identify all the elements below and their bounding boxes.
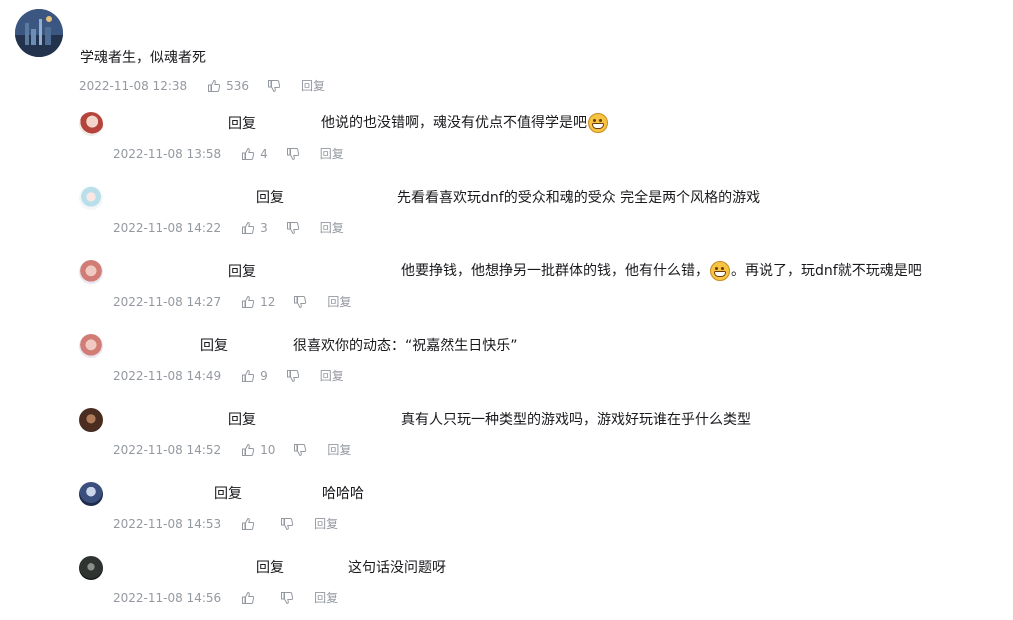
dislike-button[interactable] [286, 221, 300, 235]
reply-label[interactable]: 回复 [228, 410, 256, 430]
like-count: 3 [260, 221, 268, 235]
reply-meta: 2022-11-08 14:56 回复 [113, 590, 338, 606]
main-comment-text: 学魂者生，似魂者死 [80, 50, 206, 66]
reply-button[interactable]: 回复 [327, 442, 351, 458]
main-comment-avatar[interactable] [15, 9, 63, 57]
thumb-up-icon [242, 295, 255, 308]
reply-content: 先看看喜欢玩dnf的受众和魂的受众 完全是两个风格的游戏 [397, 188, 760, 208]
thumb-down-icon [281, 518, 294, 531]
reply-label[interactable]: 回复 [200, 336, 228, 356]
thumb-down-icon [294, 296, 307, 309]
like-count: 10 [260, 443, 276, 457]
reply-button[interactable]: 回复 [314, 590, 338, 606]
reply-button[interactable]: 回复 [327, 294, 351, 310]
like-button[interactable] [241, 517, 255, 531]
reply-time: 2022-11-08 14:27 [113, 295, 222, 309]
reply-label[interactable]: 回复 [228, 262, 256, 282]
reply-text: 很喜欢你的动态：“祝嘉然生日快乐” [293, 338, 518, 354]
like-button[interactable]: 3 [241, 220, 268, 236]
reply-text: 他说的也没错啊，魂没有优点不值得学是吧 [321, 115, 587, 131]
thumb-down-icon [294, 444, 307, 457]
reply-button[interactable]: 回复 [301, 78, 325, 94]
reply-meta: 2022-11-08 13:58 4 回复 [113, 146, 344, 162]
reply-content: 他要挣钱，他想挣另一批群体的钱，他有什么错， 。再说了，玩dnf就不玩魂是吧 [401, 261, 922, 281]
reply-text: 真有人只玩一种类型的游戏吗，游戏好玩谁在乎什么类型 [401, 412, 751, 428]
reply-meta: 2022-11-08 14:52 10 回复 [113, 442, 351, 458]
thumb-down-icon [281, 592, 294, 605]
reply-time: 2022-11-08 14:53 [113, 517, 222, 531]
like-button[interactable] [241, 591, 255, 605]
thumb-up-icon [242, 443, 255, 456]
like-count: 9 [260, 369, 268, 383]
like-count: 4 [260, 147, 268, 161]
reply-time: 2022-11-08 14:22 [113, 221, 222, 235]
reply-content: 这句话没问题呀 [348, 558, 446, 578]
like-button[interactable]: 10 [241, 442, 275, 458]
reply-content: 他说的也没错啊，魂没有优点不值得学是吧 [321, 113, 609, 133]
thumb-down-icon [286, 222, 299, 235]
reply-content: 真有人只玩一种类型的游戏吗，游戏好玩谁在乎什么类型 [401, 410, 751, 430]
avatar-image [15, 9, 63, 57]
dislike-button[interactable] [286, 147, 300, 161]
thumb-down-icon [286, 148, 299, 161]
like-count: 12 [260, 295, 276, 309]
reply-label[interactable]: 回复 [256, 558, 284, 578]
reply-label[interactable]: 回复 [256, 188, 284, 208]
reply-button[interactable]: 回复 [314, 516, 338, 532]
reply-avatar[interactable] [79, 408, 103, 432]
reply-label[interactable]: 回复 [228, 114, 256, 134]
reply-text: 他要挣钱，他想挣另一批群体的钱，他有什么错， [401, 263, 709, 279]
like-count: 536 [226, 79, 250, 93]
dislike-button[interactable] [293, 443, 307, 457]
thumb-up-icon [242, 591, 255, 604]
reply-text: 这句话没问题呀 [348, 560, 446, 576]
reply-avatar[interactable] [79, 482, 103, 506]
reply-avatar[interactable] [79, 260, 103, 284]
reply-time: 2022-11-08 14:52 [113, 443, 222, 457]
reply-text-continued: 。再说了，玩dnf就不玩魂是吧 [731, 263, 922, 279]
reply-time: 2022-11-08 14:49 [113, 369, 222, 383]
reply-time: 2022-11-08 14:56 [113, 591, 222, 605]
reply-avatar[interactable] [79, 112, 103, 136]
thumb-down-icon [286, 370, 299, 383]
reply-meta: 2022-11-08 14:27 12 回复 [113, 294, 351, 310]
like-button[interactable]: 9 [241, 368, 268, 384]
reply-time: 2022-11-08 13:58 [113, 147, 222, 161]
reply-label[interactable]: 回复 [214, 484, 242, 504]
dislike-button[interactable] [286, 369, 300, 383]
thumb-up-icon [242, 517, 255, 530]
thumb-up-icon [242, 221, 255, 234]
reply-avatar[interactable] [79, 556, 103, 580]
main-comment-meta: 2022-11-08 12:38 536 回复 [79, 78, 325, 94]
dislike-button[interactable] [280, 591, 294, 605]
dislike-button[interactable] [293, 295, 307, 309]
reply-avatar[interactable] [79, 334, 103, 358]
grinning-emoji-icon [710, 261, 730, 281]
reply-button[interactable]: 回复 [320, 146, 344, 162]
reply-avatar[interactable] [79, 186, 103, 210]
thumb-down-icon [268, 80, 281, 93]
reply-meta: 2022-11-08 14:22 3 回复 [113, 220, 344, 236]
like-button[interactable]: 536 [207, 78, 249, 94]
like-button[interactable]: 4 [241, 146, 268, 162]
grinning-emoji-icon [588, 113, 608, 133]
like-button[interactable]: 12 [241, 294, 275, 310]
dislike-button[interactable] [280, 517, 294, 531]
reply-button[interactable]: 回复 [320, 368, 344, 384]
reply-meta: 2022-11-08 14:53 回复 [113, 516, 338, 532]
reply-button[interactable]: 回复 [320, 220, 344, 236]
thumb-up-icon [242, 147, 255, 160]
dislike-button[interactable] [267, 79, 281, 93]
reply-meta: 2022-11-08 14:49 9 回复 [113, 368, 344, 384]
thumb-up-icon [242, 369, 255, 382]
reply-content: 很喜欢你的动态：“祝嘉然生日快乐” [293, 336, 518, 356]
reply-content: 哈哈哈 [322, 484, 364, 504]
reply-text: 哈哈哈 [322, 486, 364, 502]
comment-time: 2022-11-08 12:38 [79, 79, 188, 93]
thumb-up-icon [208, 79, 221, 92]
reply-text: 先看看喜欢玩dnf的受众和魂的受众 完全是两个风格的游戏 [397, 190, 761, 206]
